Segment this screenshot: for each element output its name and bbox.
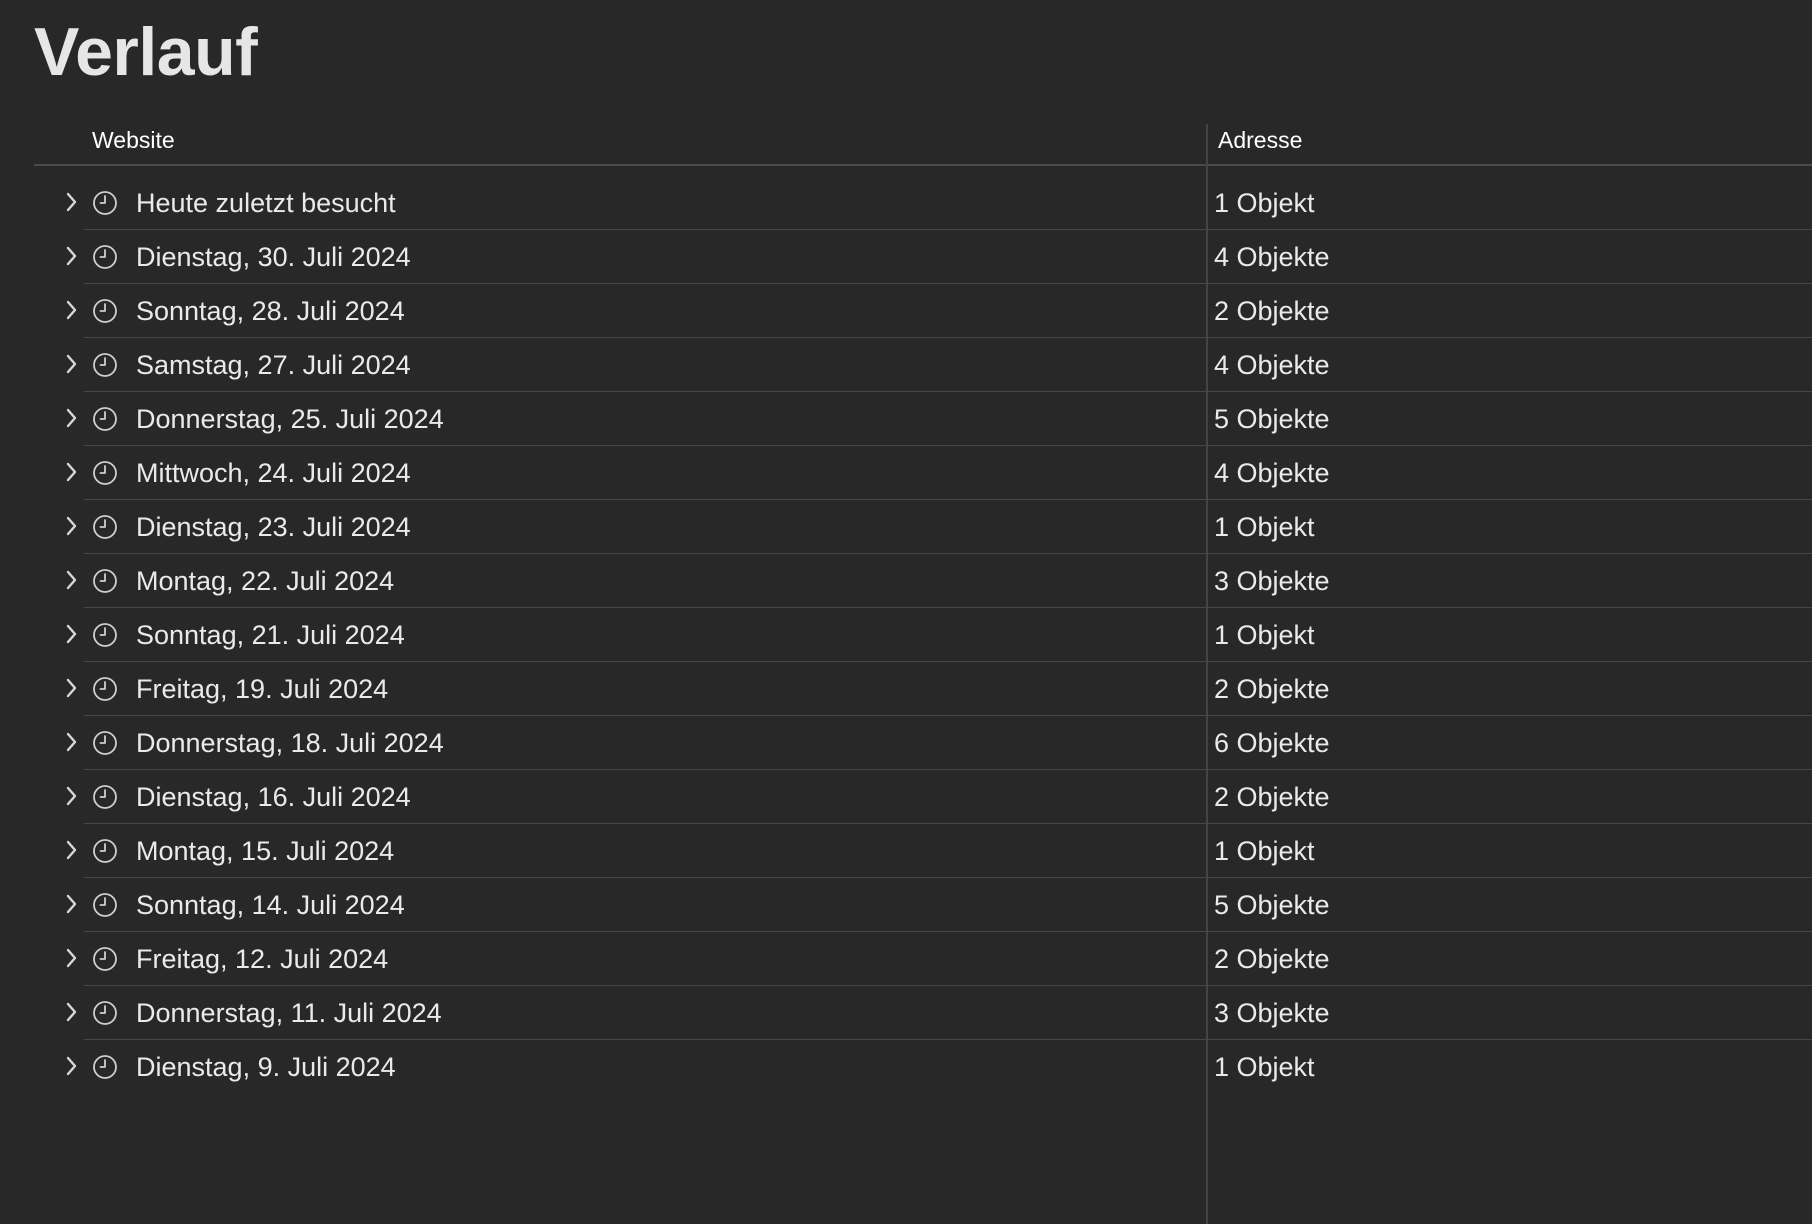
history-group-label: Sonntag, 14. Juli 2024 [136,890,405,920]
column-header-row: Website Adresse [34,120,1812,166]
clock-icon [92,1054,118,1080]
history-group-label: Dienstag, 16. Juli 2024 [136,782,411,812]
history-group-label: Mittwoch, 24. Juli 2024 [136,458,411,488]
history-group-count: 4 Objekte [1214,458,1330,488]
clock-icon [92,622,118,648]
history-group-label: Sonntag, 28. Juli 2024 [136,296,405,326]
history-group-count: 2 Objekte [1214,782,1330,812]
history-group-row[interactable]: Dienstag, 9. Juli 2024 1 Objekt [0,1040,1812,1094]
history-group-row[interactable]: Montag, 22. Juli 2024 3 Objekte [0,554,1812,608]
history-group-row[interactable]: Donnerstag, 25. Juli 2024 5 Objekte [0,392,1812,446]
clock-icon [92,352,118,378]
chevron-right-icon[interactable] [64,892,80,916]
history-group-row[interactable]: Sonntag, 21. Juli 2024 1 Objekt [0,608,1812,662]
history-group-label: Freitag, 19. Juli 2024 [136,674,389,704]
clock-icon [92,946,118,972]
history-group-label: Heute zuletzt besucht [136,188,396,218]
history-group-count: 1 Objekt [1214,512,1315,542]
clock-icon [92,568,118,594]
history-group-row[interactable]: Montag, 15. Juli 2024 1 Objekt [0,824,1812,878]
history-group-count: 3 Objekte [1214,998,1330,1028]
chevron-right-icon[interactable] [64,190,80,214]
chevron-right-icon[interactable] [64,568,80,592]
history-group-row[interactable]: Heute zuletzt besucht 1 Objekt [0,176,1812,230]
chevron-right-icon[interactable] [64,838,80,862]
chevron-right-icon[interactable] [64,622,80,646]
history-group-label: Samstag, 27. Juli 2024 [136,350,411,380]
chevron-right-icon[interactable] [64,1054,80,1078]
clock-icon [92,406,118,432]
history-group-label: Donnerstag, 18. Juli 2024 [136,728,444,758]
history-group-count: 4 Objekte [1214,242,1330,272]
clock-icon [92,1000,118,1026]
history-group-count: 6 Objekte [1214,728,1330,758]
history-group-count: 2 Objekte [1214,296,1330,326]
history-group-count: 2 Objekte [1214,674,1330,704]
history-group-count: 3 Objekte [1214,566,1330,596]
history-group-count: 5 Objekte [1214,404,1330,434]
chevron-right-icon[interactable] [64,676,80,700]
history-group-row[interactable]: Sonntag, 28. Juli 2024 2 Objekte [0,284,1812,338]
history-group-count: 1 Objekt [1214,836,1315,866]
clock-icon [92,784,118,810]
page-title: Verlauf [34,14,258,90]
history-group-row[interactable]: Samstag, 27. Juli 2024 4 Objekte [0,338,1812,392]
history-group-label: Donnerstag, 11. Juli 2024 [136,998,442,1028]
history-group-label: Dienstag, 30. Juli 2024 [136,242,411,272]
history-group-row[interactable]: Freitag, 12. Juli 2024 2 Objekte [0,932,1812,986]
chevron-right-icon[interactable] [64,1000,80,1024]
chevron-right-icon[interactable] [64,730,80,754]
history-group-count: 5 Objekte [1214,890,1330,920]
column-header-website[interactable]: Website [92,120,175,166]
history-group-row[interactable]: Dienstag, 16. Juli 2024 2 Objekte [0,770,1812,824]
history-list: Heute zuletzt besucht 1 Objekt Dienstag,… [0,176,1812,1094]
history-group-row[interactable]: Sonntag, 14. Juli 2024 5 Objekte [0,878,1812,932]
history-group-label: Dienstag, 23. Juli 2024 [136,512,411,542]
history-group-label: Montag, 15. Juli 2024 [136,836,395,866]
history-group-row[interactable]: Donnerstag, 18. Juli 2024 6 Objekte [0,716,1812,770]
clock-icon [92,298,118,324]
clock-icon [92,244,118,270]
history-group-count: 1 Objekt [1214,188,1315,218]
history-group-label: Donnerstag, 25. Juli 2024 [136,404,444,434]
clock-icon [92,514,118,540]
history-group-row[interactable]: Mittwoch, 24. Juli 2024 4 Objekte [0,446,1812,500]
chevron-right-icon[interactable] [64,460,80,484]
history-group-label: Montag, 22. Juli 2024 [136,566,395,596]
history-group-row[interactable]: Donnerstag, 11. Juli 2024 3 Objekte [0,986,1812,1040]
history-group-row[interactable]: Freitag, 19. Juli 2024 2 Objekte [0,662,1812,716]
chevron-right-icon[interactable] [64,406,80,430]
history-group-count: 2 Objekte [1214,944,1330,974]
clock-icon [92,892,118,918]
chevron-right-icon[interactable] [64,784,80,808]
history-group-row[interactable]: Dienstag, 23. Juli 2024 1 Objekt [0,500,1812,554]
history-group-label: Sonntag, 21. Juli 2024 [136,620,405,650]
history-group-count: 1 Objekt [1214,620,1315,650]
column-header-address[interactable]: Adresse [1218,120,1302,166]
history-group-row[interactable]: Dienstag, 30. Juli 2024 4 Objekte [0,230,1812,284]
chevron-right-icon[interactable] [64,946,80,970]
chevron-right-icon[interactable] [64,298,80,322]
chevron-right-icon[interactable] [64,514,80,538]
history-group-count: 1 Objekt [1214,1052,1315,1082]
clock-icon [92,730,118,756]
chevron-right-icon[interactable] [64,244,80,268]
history-group-count: 4 Objekte [1214,350,1330,380]
clock-icon [92,190,118,216]
clock-icon [92,460,118,486]
chevron-right-icon[interactable] [64,352,80,376]
clock-icon [92,676,118,702]
clock-icon [92,838,118,864]
history-group-label: Freitag, 12. Juli 2024 [136,944,389,974]
history-group-label: Dienstag, 9. Juli 2024 [136,1052,396,1082]
